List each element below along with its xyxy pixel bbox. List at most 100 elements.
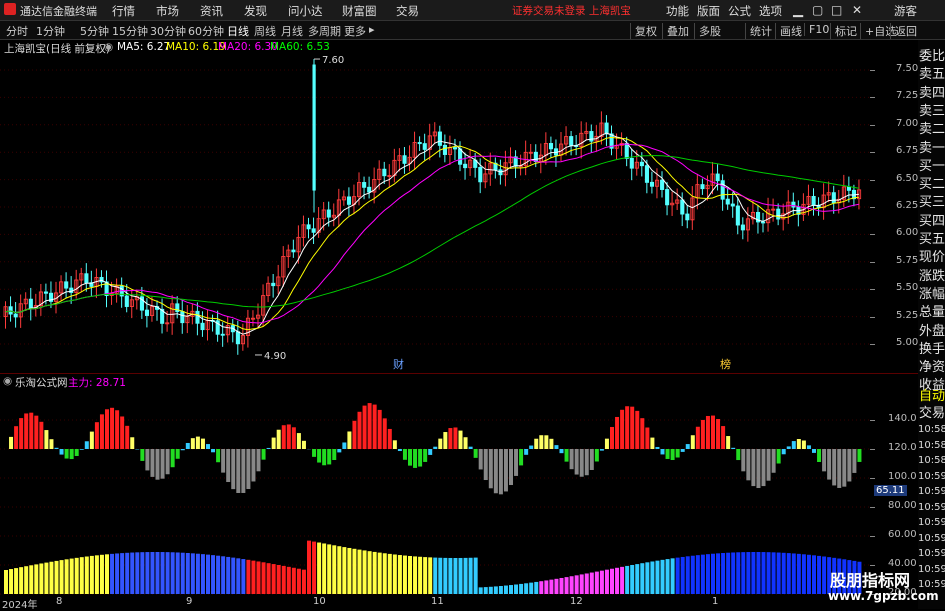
indicator-bar [524, 583, 528, 594]
multi-stock-button[interactable]: 多股 [694, 23, 725, 39]
back-button[interactable]: 返回 [890, 23, 921, 39]
quote-field-label[interactable]: 卖五 [919, 63, 945, 82]
watermark: 股朋指标网 www.7gpzb.com [826, 565, 918, 609]
candle-body [640, 162, 643, 165]
period-tab[interactable]: 月线 [281, 23, 303, 39]
guest-user[interactable]: 游客 [894, 3, 917, 19]
menu-item-assistant[interactable]: 问小达 [288, 3, 323, 19]
menu-item-discover[interactable]: 发现 [244, 3, 267, 19]
indicator-bar [605, 439, 609, 449]
menu-formula[interactable]: 公式 [728, 3, 751, 19]
menu-item-marketplace[interactable]: 市场 [156, 3, 179, 19]
candlestick-chart[interactable]: 7.604.90财榜 [0, 55, 870, 373]
indicator-bar [9, 437, 13, 449]
f10-button[interactable]: F10 [804, 23, 833, 36]
stock-name[interactable]: 上海凯宝(日线 前复权) [4, 41, 110, 56]
login-notice[interactable]: 证券交易未登录 上海凯宝 [512, 3, 631, 18]
indicator-bar [206, 444, 210, 449]
period-tab[interactable]: 5分钟 [80, 23, 109, 39]
quote-field-label[interactable]: 委比 [919, 45, 945, 64]
period-tab-active[interactable]: 日线 [227, 23, 249, 39]
quote-field-label[interactable]: 现价 [919, 246, 945, 265]
quote-field-label[interactable]: 买二 [919, 173, 945, 192]
quote-field-label[interactable]: 换手 [919, 338, 945, 357]
indicator-bar [201, 439, 205, 449]
quote-field-label[interactable]: 买五 [919, 228, 945, 247]
quote-field-label[interactable]: 卖四 [919, 82, 945, 101]
indicator-name[interactable]: 乐淘公式网 [15, 375, 68, 390]
quote-field-label[interactable]: 涨跌 [919, 265, 945, 284]
indicator-bar [640, 563, 644, 594]
quote-field-label[interactable]: 卖二 [919, 118, 945, 137]
quote-field-label[interactable]: 买四 [919, 210, 945, 229]
candle-body [721, 181, 724, 199]
candle-body [453, 148, 456, 149]
settings-icon[interactable]: ◉ [3, 375, 12, 387]
dropdown-arrow-icon[interactable]: ▸ [369, 23, 375, 36]
period-tab[interactable]: 多周期 [308, 23, 341, 39]
fuquan-button[interactable]: 复权 [630, 23, 661, 39]
menu-options[interactable]: 选项 [759, 3, 782, 19]
menu-item-wealth[interactable]: 财富圈 [342, 3, 377, 19]
period-tab[interactable]: 分时 [6, 23, 28, 39]
indicator-bar [453, 427, 457, 449]
auto-trade-label[interactable]: 交易 [919, 402, 945, 421]
indicator-bar [570, 576, 574, 594]
indicator-chart[interactable] [0, 389, 870, 596]
minimize-icon[interactable]: ▁ [793, 3, 803, 18]
indicator-bar [231, 558, 235, 594]
indicator-bar [812, 449, 816, 453]
price-tick-label: 7.25 [896, 90, 918, 101]
indicator-bar [580, 449, 584, 477]
axis-tick [870, 262, 875, 263]
draw-line-button[interactable]: 画线 [775, 23, 806, 39]
indicator-bar [731, 448, 735, 449]
period-tab[interactable]: 更多 [344, 23, 366, 39]
indicator-bar [44, 430, 48, 449]
mark-button[interactable]: 标记 [830, 23, 861, 39]
menu-function[interactable]: 功能 [666, 3, 689, 19]
statistics-button[interactable]: 统计 [745, 23, 776, 39]
overlay-button[interactable]: 叠加 [662, 23, 693, 39]
period-tab[interactable]: 15分钟 [112, 23, 148, 39]
indicator-bar [171, 449, 175, 467]
price-tick-label: 6.25 [896, 200, 918, 211]
candle-body [9, 307, 12, 314]
indicator-bar [716, 419, 720, 449]
quote-field-label[interactable]: 总量 [919, 301, 945, 320]
quote-field-label[interactable]: 净资 [919, 356, 945, 375]
menu-item-trade[interactable]: 交易 [396, 3, 419, 19]
period-tab[interactable]: 1分钟 [36, 23, 65, 39]
quote-field-label[interactable]: 买一 [919, 155, 945, 174]
indicator-bar [529, 583, 533, 594]
quote-field-label[interactable]: 买三 [919, 191, 945, 210]
indicator-bar [211, 555, 215, 594]
indicator-bar [221, 556, 225, 594]
indicator-bar [29, 565, 33, 594]
candle-body [423, 144, 426, 150]
indicator-bar [373, 405, 377, 449]
indicator-bar [428, 449, 432, 455]
indicator-bar [176, 552, 180, 594]
restore-icon[interactable]: ▢ [812, 3, 823, 17]
period-tab[interactable]: 周线 [254, 23, 276, 39]
menu-item-news[interactable]: 资讯 [200, 3, 223, 19]
indicator-bar [615, 417, 619, 449]
candle-body [29, 299, 32, 308]
settings-icon[interactable]: ◉ [104, 41, 113, 53]
quote-field-label[interactable]: 外盘 [919, 320, 945, 339]
indicator-bar [216, 449, 220, 462]
quote-field-label[interactable]: 涨幅 [919, 283, 945, 302]
quote-field-label[interactable]: 卖一 [919, 137, 945, 156]
indicator-bar [625, 566, 629, 594]
menu-item-market[interactable]: 行情 [112, 3, 135, 19]
indicator-bar [514, 449, 518, 476]
close-icon[interactable]: ✕ [852, 3, 862, 17]
quote-field-label[interactable]: 卖三 [919, 100, 945, 119]
period-tab[interactable]: 60分钟 [188, 23, 224, 39]
menu-layout[interactable]: 版面 [697, 3, 720, 19]
indicator-bar [322, 449, 326, 465]
maximize-icon[interactable]: □ [831, 3, 842, 17]
indicator-bar [60, 560, 64, 594]
period-tab[interactable]: 30分钟 [150, 23, 186, 39]
